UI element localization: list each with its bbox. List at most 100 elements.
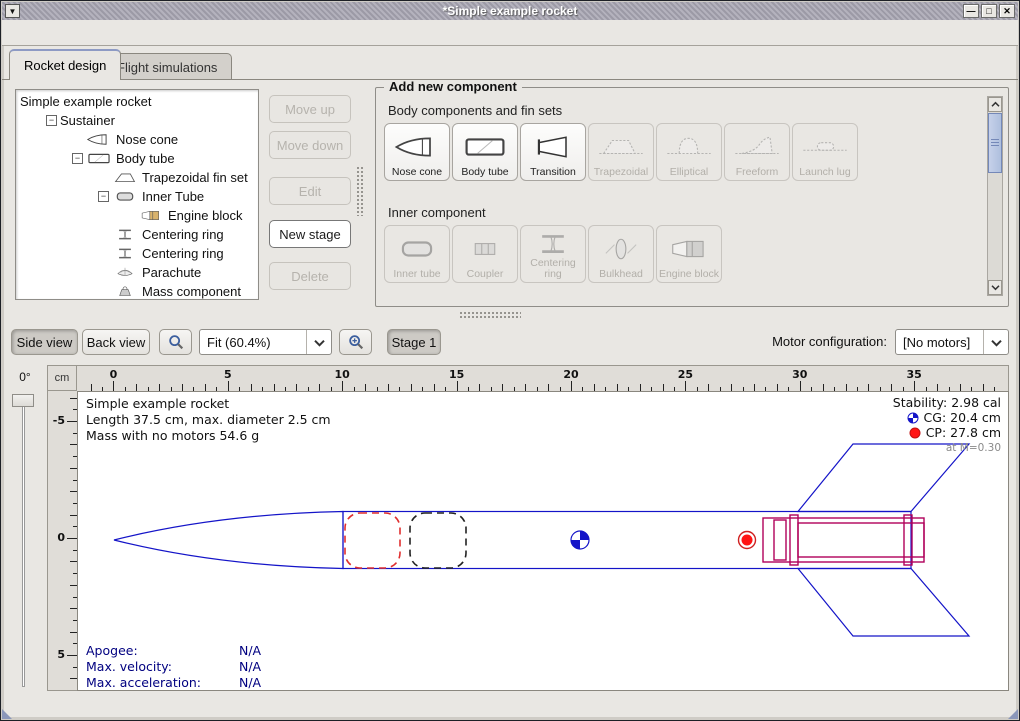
centering-ring-icon [112, 227, 138, 242]
stage-1-toggle[interactable]: Stage 1 [387, 329, 441, 355]
body-tube-icon [459, 127, 511, 167]
zoom-out-icon [167, 333, 185, 351]
parachute-outline [345, 513, 400, 568]
back-view-button[interactable]: Back view [82, 329, 150, 355]
move-down-button[interactable]: Move down [269, 131, 351, 159]
tree-expander-icon[interactable] [98, 172, 111, 183]
add-freeform-button[interactable]: Freeform [724, 123, 790, 181]
new-stage-button[interactable]: New stage [269, 220, 351, 248]
add-launch-lug-button[interactable]: Launch lug [792, 123, 858, 181]
freeform-fin-icon [731, 127, 783, 167]
add-engine-block-button[interactable]: Engine block [656, 225, 722, 283]
flight-stat-row: Apogee: N/A [86, 643, 261, 659]
motor-config-label: Motor configuration: [621, 334, 887, 349]
flight-stat-row: Max. acceleration: N/A [86, 675, 261, 691]
window-menu-icon[interactable]: ▼ [5, 4, 20, 18]
add-nose-cone-button[interactable]: Nose cone [384, 123, 450, 181]
tree-expander-icon[interactable] [98, 229, 111, 240]
close-icon: ✕ [1003, 6, 1011, 16]
chevron-up-icon [991, 101, 1000, 108]
tree-expander-icon[interactable]: − [72, 153, 83, 164]
tab-rocket-design[interactable]: Rocket design [9, 49, 121, 80]
add-bulkhead-button[interactable]: Bulkhead [588, 225, 654, 283]
add-trapezoidal-button[interactable]: Trapezoidal [588, 123, 654, 181]
tree-expander-icon[interactable] [124, 210, 137, 221]
menu-edit[interactable] [26, 30, 44, 36]
zoom-level-select[interactable]: Fit (60.4%) [199, 329, 332, 355]
title-bar[interactable]: ▼ *Simple example rocket — □ ✕ [2, 2, 1018, 20]
menu-analyze[interactable] [44, 30, 62, 36]
rotation-value: 0° [7, 370, 43, 384]
trapezoidal-fin-icon [595, 127, 647, 167]
bulkhead-icon [595, 229, 647, 269]
add-inner-tube-button[interactable]: Inner tube [384, 225, 450, 283]
rotation-slider-handle[interactable] [12, 394, 34, 407]
inner-components-row: Inner tube Coupler Centering ring Bulkhe… [384, 225, 722, 283]
tree-expander-icon[interactable] [72, 134, 85, 145]
cp-text: CP: 27.8 cm [926, 425, 1001, 440]
tree-node-sustainer[interactable]: − Sustainer [16, 111, 258, 130]
horizontal-ruler: 05101520253035 [77, 365, 1009, 391]
scrollbar-up-button[interactable] [988, 97, 1002, 112]
tree-expander-icon[interactable] [98, 248, 111, 259]
cp-marker [739, 532, 756, 549]
component-scrollbar[interactable] [987, 96, 1003, 296]
tree-node-mass-component[interactable]: Mass component [16, 282, 258, 300]
window-title: *Simple example rocket [2, 4, 1018, 18]
body-components-row: Nose cone Body tube Transition Trapezoid… [384, 123, 858, 181]
edit-button[interactable]: Edit [269, 177, 351, 205]
tree-node-nose-cone[interactable]: Nose cone [16, 130, 258, 149]
tree-expander-icon[interactable]: − [46, 115, 57, 126]
menu-help[interactable] [62, 30, 80, 36]
tree-node-body-tube[interactable]: − Body tube [16, 149, 258, 168]
component-tree[interactable]: Simple example rocket − Sustainer Nose c… [15, 89, 259, 300]
centering-ring-icon [112, 246, 138, 261]
body-tube-outline [343, 512, 911, 569]
delete-button[interactable]: Delete [269, 262, 351, 290]
horizontal-splitter-handle[interactable] [459, 311, 521, 319]
zoom-out-button[interactable] [159, 329, 192, 355]
tree-node-inner-tube[interactable]: − Inner Tube [16, 187, 258, 206]
minimize-button[interactable]: — [963, 4, 979, 18]
side-view-button[interactable]: Side view [11, 329, 78, 355]
menu-file[interactable] [8, 30, 26, 36]
add-body-tube-button[interactable]: Body tube [452, 123, 518, 181]
tree-expander-icon[interactable]: − [98, 191, 109, 202]
tree-node-trapezoidal-fin-set[interactable]: Trapezoidal fin set [16, 168, 258, 187]
inner-tube-icon [112, 189, 138, 204]
motor-mount-group [763, 515, 924, 565]
scrollbar-thumb[interactable] [988, 113, 1002, 173]
add-component-group: Add new component Body components and fi… [375, 87, 1009, 307]
cg-marker-icon [907, 412, 919, 424]
rotation-slider-track[interactable] [22, 397, 25, 687]
tree-node-simple-example-rocket[interactable]: Simple example rocket [16, 92, 258, 111]
engine-block-icon [663, 229, 715, 269]
add-centering-ring-button[interactable]: Centering ring [520, 225, 586, 283]
motor-config-select[interactable]: [No motors] [895, 329, 1009, 355]
lower-fin-outline [798, 569, 969, 637]
flight-stat-row: Max. velocity: N/A [86, 659, 261, 675]
add-coupler-button[interactable]: Coupler [452, 225, 518, 283]
rocket-canvas[interactable]: Simple example rocket Length 37.5 cm, ma… [77, 391, 1009, 691]
add-elliptical-button[interactable]: Elliptical [656, 123, 722, 181]
vertical-splitter-handle[interactable] [356, 166, 364, 216]
tree-node-centering-ring[interactable]: Centering ring [16, 244, 258, 263]
tree-expander-icon[interactable] [98, 286, 111, 297]
close-button[interactable]: ✕ [999, 4, 1015, 18]
tree-node-engine-block[interactable]: Engine block [16, 206, 258, 225]
stability-block: Stability: 2.98 cal CG: 20.4 cm CP: 27.8… [893, 395, 1001, 456]
tree-expander-icon[interactable] [98, 267, 111, 278]
tab-flight-simulations[interactable]: Flight simulations [102, 53, 232, 80]
maximize-icon: □ [986, 6, 991, 16]
parachute-icon [112, 265, 138, 280]
add-transition-button[interactable]: Transition [520, 123, 586, 181]
tree-node-centering-ring[interactable]: Centering ring [16, 225, 258, 244]
move-up-button[interactable]: Move up [269, 95, 351, 123]
tree-node-parachute[interactable]: Parachute [16, 263, 258, 282]
menu-bar [2, 20, 1018, 46]
maximize-button[interactable]: □ [981, 4, 997, 18]
chevron-down-icon [313, 338, 326, 347]
zoom-in-button[interactable] [339, 329, 372, 355]
scrollbar-down-button[interactable] [988, 280, 1002, 295]
body-tube-icon [86, 151, 112, 166]
